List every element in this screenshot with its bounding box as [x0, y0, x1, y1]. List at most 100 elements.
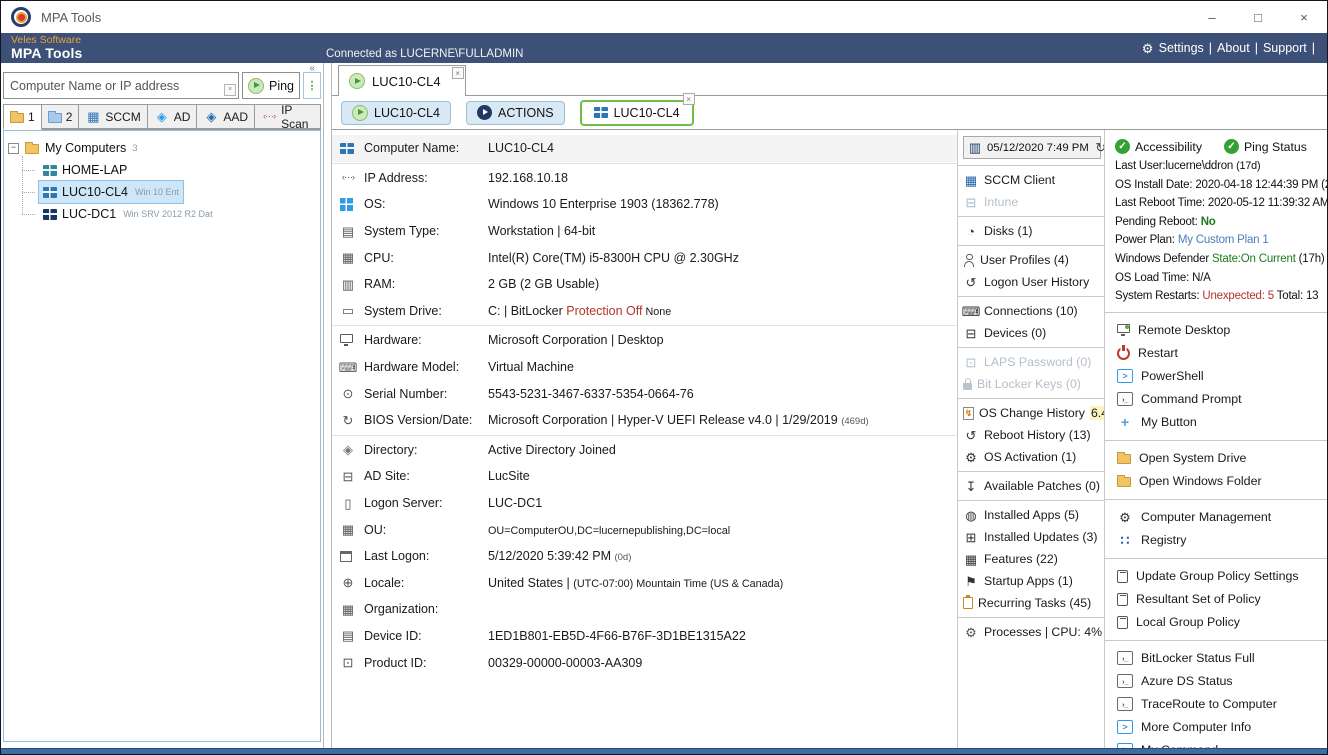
text-segment: OU=ComputerOU,DC=lucernepublishing,DC=lo…	[488, 524, 731, 537]
close-button[interactable]: ×	[1281, 1, 1327, 33]
collapse-panel-button[interactable]: «	[309, 63, 315, 74]
installed-updates-3-button[interactable]: ⊞ Installed Updates (3)	[963, 526, 1101, 548]
active-subtab-luc10cl4[interactable]: LUC10-CL4 ×	[579, 92, 695, 126]
close-tab-icon[interactable]: ×	[451, 67, 464, 79]
recurring-tasks-45-button[interactable]: Recurring Tasks (45)	[963, 592, 1101, 614]
document-tab-luc10-cl4[interactable]: LUC10-CL4 ×	[338, 65, 466, 96]
brand: Veles Software MPA Tools	[11, 34, 83, 61]
startup-icon: ⚑	[965, 573, 977, 589]
options-dots-icon[interactable]: ⋮	[303, 72, 321, 99]
separator	[958, 216, 1104, 217]
button-label: Available Patches (0)	[984, 479, 1100, 493]
info-row-system-drive: ▭ System Drive: C: | BitLocker Protection …	[332, 298, 957, 325]
subtab-actions[interactable]: ACTIONS	[466, 100, 565, 125]
search-row: × Ping ⋮	[3, 72, 321, 99]
button-label: User Profiles (4)	[980, 253, 1069, 267]
os-change-history-button[interactable]: ↯ OS Change History 6.4	[963, 402, 1104, 424]
resultant-set-of-policy-button[interactable]: Resultant Set of Policy	[1115, 588, 1327, 611]
logon-history-icon: ↺	[965, 274, 977, 290]
disks-1-button[interactable]: ◔ Disks (1)	[963, 220, 1101, 242]
features-22-button[interactable]: ▦ Features (22)	[963, 548, 1101, 570]
tree-root-label: My Computers	[45, 141, 127, 155]
sidebar-tab-ad[interactable]: ◈ AD	[147, 104, 198, 129]
clear-search-icon[interactable]: ×	[224, 84, 236, 96]
ping-button[interactable]: Ping	[242, 72, 300, 99]
devices-0-button[interactable]: ⊟ Devices (0)	[963, 322, 1101, 344]
remote-desktop-button[interactable]: Remote Desktop	[1115, 319, 1327, 342]
user-profiles-4-button[interactable]: User Profiles (4)	[963, 249, 1101, 271]
actions-icon	[477, 105, 493, 120]
sidebar-tab-1[interactable]: 1	[3, 104, 42, 130]
tree-item-homelap[interactable]: HOME-LAP	[21, 159, 131, 181]
command-prompt-button[interactable]: ›_ Command Prompt	[1115, 388, 1327, 411]
restart-button[interactable]: Restart	[1115, 342, 1327, 365]
my-command-button[interactable]: >My Command	[1115, 739, 1327, 748]
logon-user-history-button[interactable]: ↺ Logon User History	[963, 271, 1101, 293]
info-label: OU:	[364, 522, 387, 537]
laptop-icon	[43, 164, 57, 176]
text-segment: 5/12/2020 5:39:42 PM	[488, 549, 615, 564]
ping-button-label: Ping	[268, 78, 295, 93]
sidebar-tab-ip-scan[interactable]: ‹⋯› IP Scan	[255, 103, 321, 131]
sccm-client-button[interactable]: ▦ SCCM Client	[963, 169, 1101, 191]
open-windows-folder-button[interactable]: Open Windows Folder	[1115, 470, 1327, 493]
my-button-button[interactable]: + My Button	[1115, 411, 1327, 434]
tree-item-lucdc1[interactable]: LUC-DC1 Win SRV 2012 R2 Dat	[22, 203, 217, 225]
available-patches-0-button[interactable]: ↧ Available Patches (0)	[963, 475, 1101, 497]
text-segment: Windows 10 Enterprise 1903 (18362.778)	[488, 197, 719, 212]
more-computer-info-button[interactable]: > More Computer Info	[1115, 716, 1327, 739]
button-label: Command Prompt	[1141, 392, 1242, 407]
os-activation-1-button[interactable]: ⚙ OS Activation (1)	[963, 446, 1101, 468]
drive-icon: ▭	[341, 303, 355, 319]
sidebar-tab-sccm[interactable]: ▦ SCCM	[79, 104, 148, 129]
refresh-icon[interactable]: ↻	[1093, 140, 1104, 155]
installed-apps-5-button[interactable]: ◍ Installed Apps (5)	[963, 504, 1101, 526]
tree-root-my-computers[interactable]: − My Computers 3	[8, 137, 316, 159]
local-group-policy-button[interactable]: Local Group Policy	[1115, 611, 1327, 634]
traceroute-to-computer-button[interactable]: ›_ TraceRoute to Computer	[1115, 693, 1327, 716]
update-group-policy-settings-button[interactable]: Update Group Policy Settings	[1115, 565, 1327, 588]
processes-cpu-4-button[interactable]: ⚙ Processes | CPU: 4%	[963, 621, 1103, 643]
open-system-drive-button[interactable]: Open System Drive	[1115, 447, 1327, 470]
computer-management-button[interactable]: ⚙ Computer Management	[1115, 506, 1327, 529]
menu-separator: |	[1254, 41, 1258, 55]
reboot-history-13-button[interactable]: ↺ Reboot History (13)	[963, 424, 1101, 446]
azure-ds-status-button[interactable]: ›_ Azure DS Status	[1115, 670, 1327, 693]
button-label: Azure DS Status	[1141, 674, 1233, 689]
menu-item-about[interactable]: About	[1217, 41, 1250, 55]
info-label: System Type:	[364, 224, 440, 239]
link-text[interactable]: My Custom Plan 1	[1178, 234, 1269, 246]
subtab-luc10cl4[interactable]: LUC10-CL4	[341, 100, 452, 125]
startup-apps-1-button[interactable]: ⚑ Startup Apps (1)	[963, 570, 1101, 592]
button-label: Restart	[1138, 346, 1178, 361]
bitlocker-keys-icon	[963, 377, 972, 390]
search-input[interactable]	[3, 72, 239, 99]
status-line: OS Install Date: 2020-04-18 12:44:39 PM …	[1115, 176, 1327, 195]
tree-expander-icon[interactable]: −	[8, 142, 19, 154]
button-label: Processes | CPU: 4%	[984, 625, 1103, 639]
menu-item-support[interactable]: Support	[1263, 41, 1307, 55]
sidebar-tab-2[interactable]: 2	[41, 104, 80, 129]
powershell-button[interactable]: > PowerShell	[1115, 365, 1327, 388]
panel-splitter[interactable]	[323, 63, 332, 748]
document-tab-label: LUC10-CL4	[372, 73, 441, 89]
info-label: RAM:	[364, 277, 396, 292]
bitlocker-status-full-button[interactable]: ›_ BitLocker Status Full	[1115, 647, 1327, 670]
registry-button[interactable]: ∷ Registry	[1115, 529, 1327, 552]
info-label: CPU:	[364, 250, 394, 265]
menu-item-settings[interactable]: Settings	[1159, 41, 1204, 55]
button-label: Disks (1)	[984, 224, 1033, 238]
bios-icon: ↻	[342, 412, 354, 428]
info-label: AD Site:	[364, 469, 410, 484]
computer-icon	[340, 142, 354, 154]
menu-separator: |	[1311, 41, 1315, 55]
sidebar-tab-aad[interactable]: ◈ AAD	[197, 104, 256, 129]
button-label: Registry	[1141, 533, 1187, 548]
tree-item-luc10cl4[interactable]: LUC10-CL4 Win 10 Ent	[21, 181, 184, 203]
connections-10-button[interactable]: ⌨ Connections (10)	[962, 300, 1101, 322]
close-tab-icon[interactable]: ×	[682, 92, 695, 105]
snapshot-datetime[interactable]: ▥ 05/12/2020 7:49 PM ↻	[963, 136, 1104, 159]
maximize-button[interactable]: □	[1235, 1, 1281, 33]
minimize-button[interactable]: –	[1189, 1, 1235, 33]
remote-desktop-icon	[1117, 324, 1130, 337]
